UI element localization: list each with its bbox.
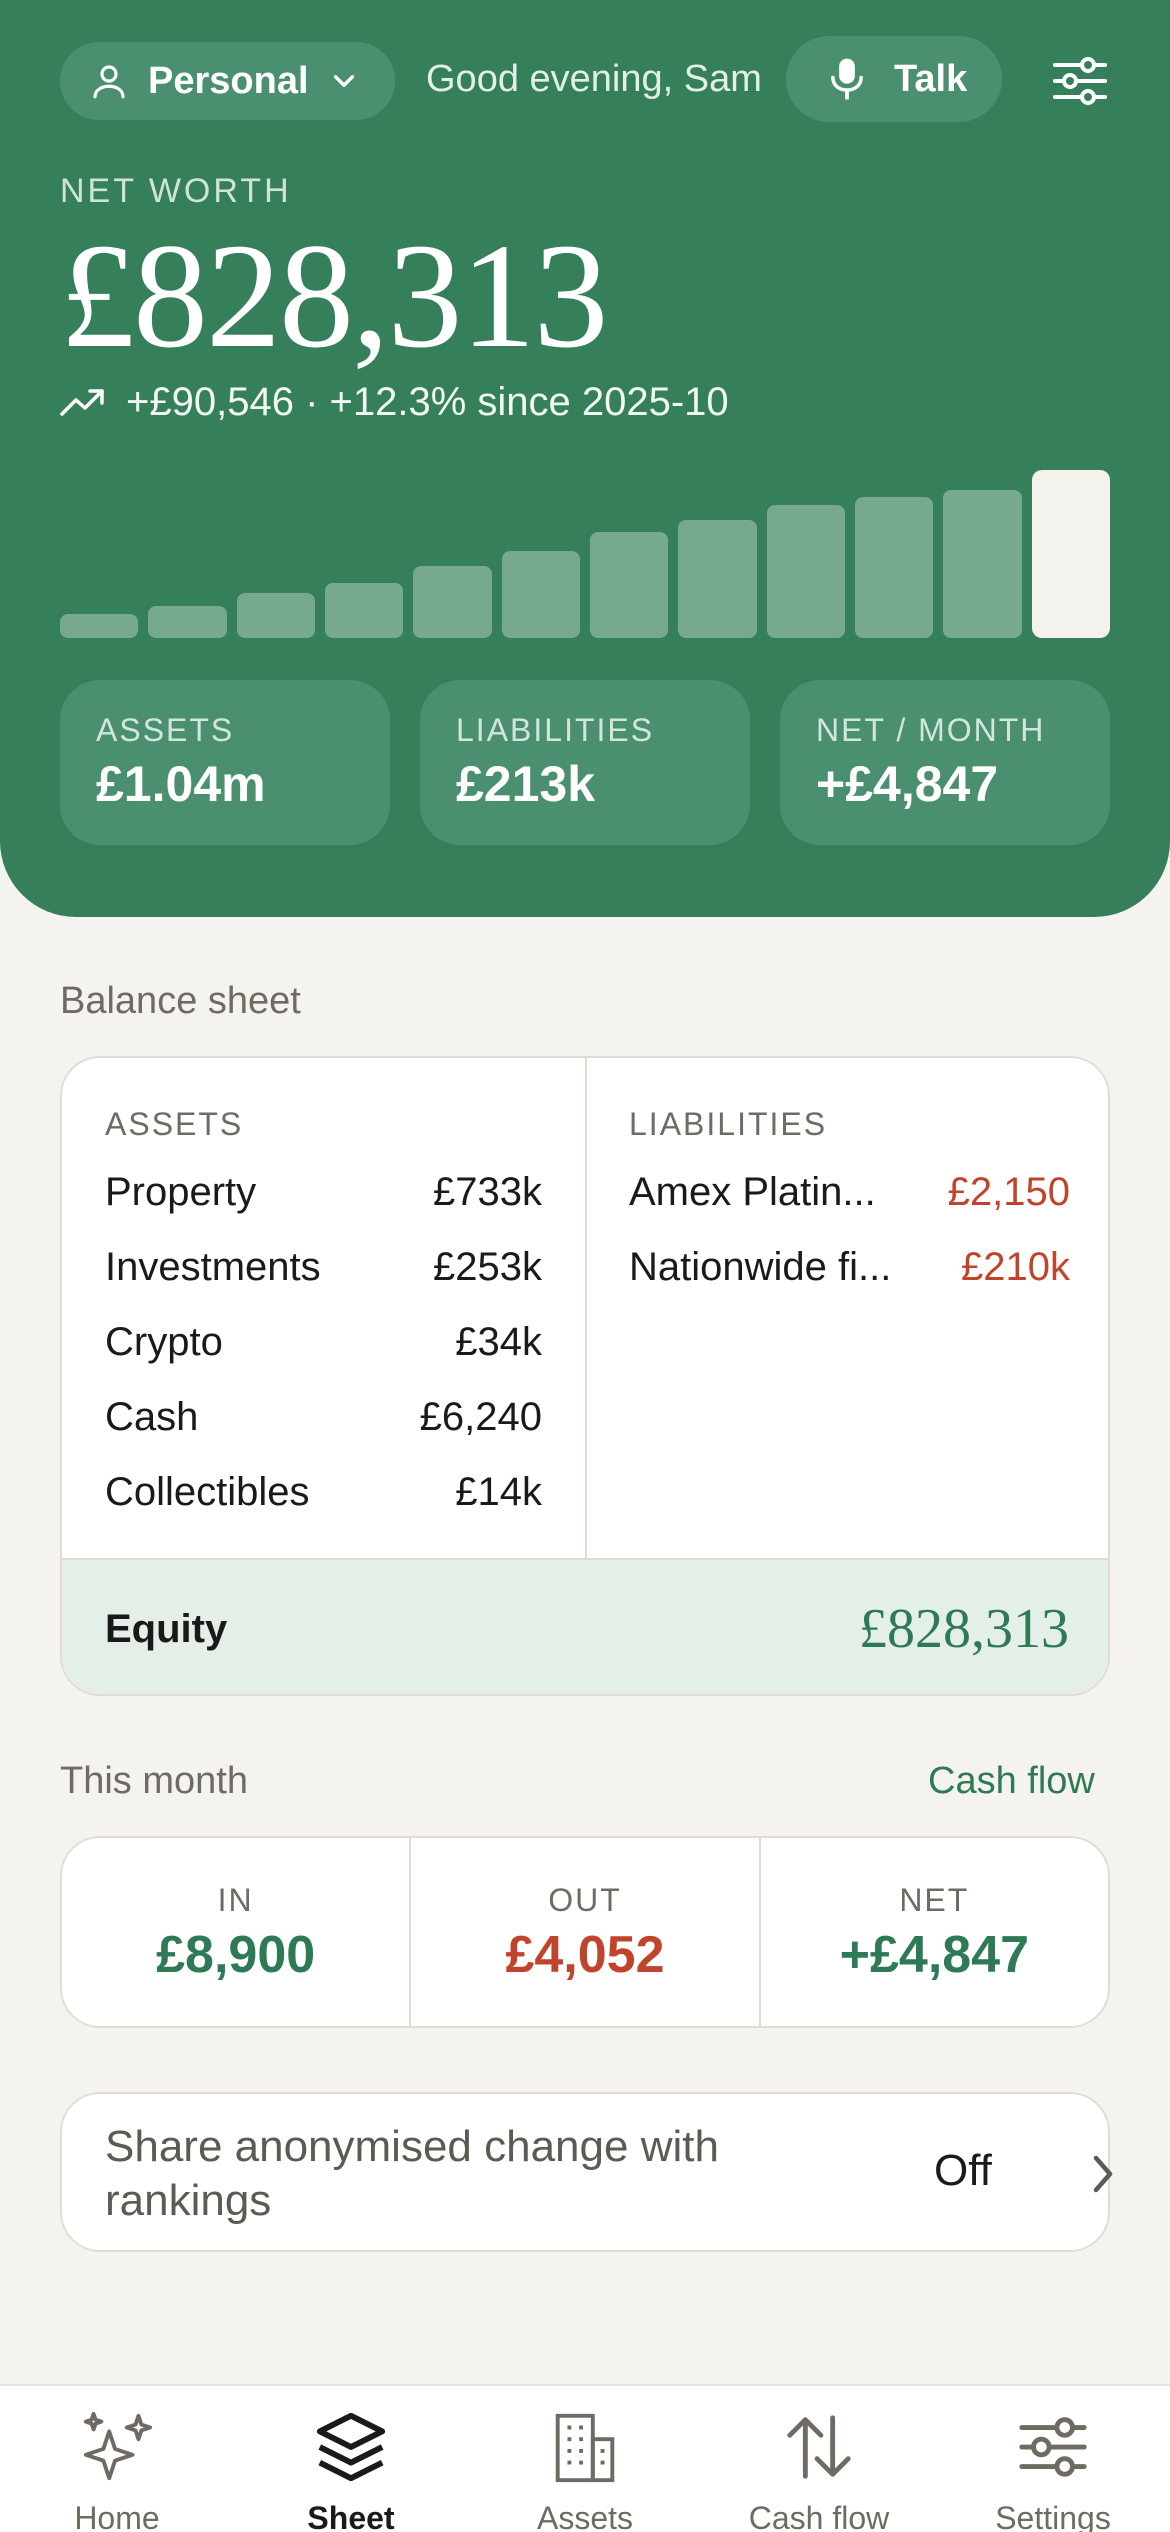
assets-column: ASSETS Property £733k Investments £253k …	[62, 1058, 587, 1558]
asset-amount: £6,240	[419, 1394, 542, 1439]
assets-stat[interactable]: ASSETS £1.04m	[60, 680, 390, 845]
balance-sheet-title: Balance sheet	[60, 980, 301, 1022]
greeting-text: Good evening, Sam	[426, 58, 762, 100]
month-in-value: £8,900	[156, 1926, 316, 1984]
chevron-right-icon	[1093, 2155, 1113, 2193]
asset-row[interactable]: Property £733k	[105, 1162, 542, 1222]
this-month-title: This month	[60, 1760, 248, 1802]
trend-bar	[855, 497, 934, 638]
net-month-stat[interactable]: NET / MONTH +£4,847	[780, 680, 1110, 845]
tab-settings[interactable]: Settings	[936, 2408, 1170, 2532]
trend-bar	[678, 520, 757, 638]
assets-heading: ASSETS	[105, 1106, 244, 1142]
tab-bar: Home Sheet Assets Cash flow Settings	[0, 2384, 1170, 2532]
liability-name: Amex Platin...	[629, 1169, 876, 1214]
equity-row: Equity £828,313	[62, 1558, 1108, 1694]
asset-row[interactable]: Cash £6,240	[105, 1387, 542, 1447]
this-month-card: IN £8,900 OUT £4,052 NET +£4,847	[60, 1836, 1110, 2028]
trend-bar	[590, 532, 669, 638]
liability-amount: £2,150	[947, 1169, 1070, 1214]
trend-bar	[325, 583, 404, 638]
assets-stat-label: ASSETS	[96, 712, 235, 748]
liabilities-stat[interactable]: LIABILITIES £213k	[420, 680, 750, 845]
asset-amount: £733k	[433, 1169, 542, 1214]
share-rankings-row[interactable]: Share anonymised change with rankings Of…	[60, 2092, 1113, 2252]
trend-bar-current	[1031, 470, 1110, 638]
talk-button[interactable]: Talk	[786, 36, 1002, 122]
liability-row[interactable]: Nationwide fi... £210k	[629, 1237, 1070, 1297]
month-net-value: +£4,847	[839, 1926, 1030, 1984]
change-text: +£90,546 · +12.3% since 2025-10	[126, 380, 729, 424]
layers-icon	[316, 2412, 386, 2482]
tab-sheet[interactable]: Sheet	[234, 2408, 468, 2532]
month-net-label: NET	[899, 1882, 970, 1918]
net-worth-trend-chart	[60, 470, 1110, 638]
asset-row[interactable]: Investments £253k	[105, 1237, 542, 1297]
balance-sheet-card: ASSETS Property £733k Investments £253k …	[60, 1056, 1110, 1696]
building-icon	[555, 2413, 615, 2483]
trend-bar	[236, 593, 315, 638]
trend-bar	[413, 566, 492, 638]
tab-home-label: Home	[74, 2500, 160, 2532]
liability-row[interactable]: Amex Platin... £2,150	[629, 1162, 1070, 1222]
asset-name: Crypto	[105, 1319, 223, 1364]
asset-row[interactable]: Crypto £34k	[105, 1312, 542, 1372]
cash-flow-link[interactable]: Cash flow	[928, 1760, 1095, 1803]
share-rankings-text: Share anonymised change with rankings	[105, 2122, 719, 2225]
asset-name: Investments	[105, 1244, 321, 1289]
liabilities-stat-label: LIABILITIES	[456, 712, 655, 748]
liabilities-stat-value: £213k	[456, 756, 596, 812]
tab-sheet-label: Sheet	[307, 2500, 395, 2532]
liability-name: Nationwide fi...	[629, 1244, 892, 1289]
month-out-value: £4,052	[505, 1926, 665, 1984]
month-in-label: IN	[217, 1882, 254, 1918]
asset-name: Property	[105, 1169, 257, 1214]
tab-cash-flow-label: Cash flow	[748, 2500, 890, 2532]
asset-amount: £253k	[433, 1244, 542, 1289]
sparkles-icon	[83, 2411, 153, 2481]
net-worth-label: NET WORTH	[60, 172, 292, 210]
month-out-cell: OUT £4,052	[411, 1838, 761, 2026]
month-out-label: OUT	[548, 1882, 622, 1918]
trend-bar	[766, 505, 845, 638]
tab-assets[interactable]: Assets	[468, 2408, 702, 2532]
trend-bar	[60, 614, 139, 638]
chevron-down-icon	[333, 75, 354, 87]
net-worth-header: Personal Good evening, Sam Talk NET WORT…	[0, 0, 1170, 917]
net-worth-change: +£90,546 · +12.3% since 2025-10	[60, 380, 729, 425]
equity-label: Equity	[105, 1606, 228, 1651]
liabilities-column: LIABILITIES Amex Platin... £2,150 Nation…	[587, 1058, 1108, 1558]
filter-sliders-icon[interactable]	[1052, 56, 1108, 106]
trend-bar	[943, 490, 1022, 638]
share-rankings-state: Off	[934, 2146, 992, 2195]
trending-up-icon	[60, 388, 104, 416]
liabilities-heading: LIABILITIES	[629, 1106, 828, 1142]
equity-value: £828,313	[859, 1598, 1069, 1660]
net-worth-value: £828,313	[60, 213, 608, 379]
user-icon	[93, 65, 125, 99]
trend-bar	[501, 551, 580, 638]
profile-switcher[interactable]: Personal	[60, 42, 395, 120]
microphone-icon	[831, 58, 863, 100]
asset-row[interactable]: Collectibles £14k	[105, 1462, 542, 1522]
tab-home[interactable]: Home	[0, 2408, 234, 2532]
assets-stat-value: £1.04m	[96, 756, 266, 812]
sliders-icon	[1019, 2417, 1087, 2477]
tab-settings-label: Settings	[995, 2500, 1111, 2532]
net-month-stat-value: +£4,847	[816, 756, 999, 812]
profile-label: Personal	[148, 59, 309, 102]
arrows-up-down-icon	[787, 2415, 851, 2479]
asset-amount: £34k	[455, 1319, 542, 1364]
asset-amount: £14k	[455, 1469, 542, 1514]
tab-assets-label: Assets	[536, 2500, 634, 2532]
asset-name: Cash	[105, 1394, 199, 1439]
month-in-cell: IN £8,900	[62, 1838, 412, 2026]
talk-label: Talk	[894, 57, 968, 100]
tab-cash-flow[interactable]: Cash flow	[702, 2408, 936, 2532]
liability-amount: £210k	[961, 1244, 1070, 1289]
trend-bar	[148, 606, 227, 638]
net-month-stat-label: NET / MONTH	[816, 712, 1046, 748]
asset-name: Collectibles	[105, 1469, 310, 1514]
month-net-cell: NET +£4,847	[761, 1838, 1108, 2026]
